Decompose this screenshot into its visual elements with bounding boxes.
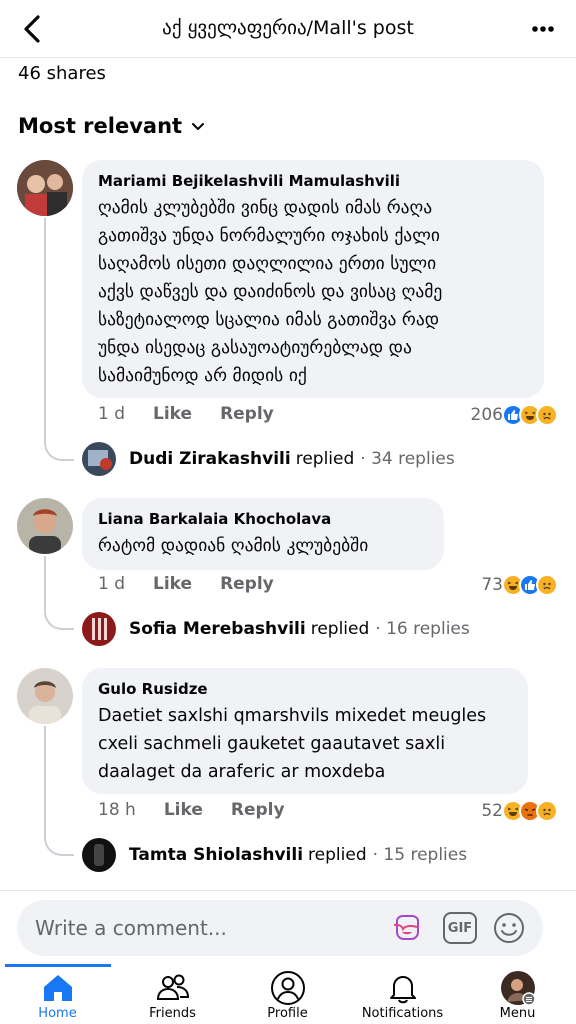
chevron-down-icon xyxy=(192,123,205,130)
tab-menu[interactable]: Menu xyxy=(460,964,575,1024)
reaction-summary[interactable]: 206 xyxy=(471,404,558,426)
like-button[interactable]: Like xyxy=(153,574,192,594)
comment-author[interactable]: Mariami Bejikelashvili Mamulashvili xyxy=(98,170,528,192)
avatar-sticker-icon[interactable] xyxy=(390,911,424,945)
reply-button[interactable]: Reply xyxy=(220,404,274,424)
menu-avatar-icon xyxy=(501,971,536,1006)
gif-button[interactable]: GIF xyxy=(443,912,477,944)
comment-input-placeholder: Write a comment... xyxy=(35,916,227,940)
reaction-count: 73 xyxy=(481,575,503,595)
reply-button[interactable]: Reply xyxy=(231,800,285,820)
comment-text: ღამის კლუბებში ვინც დადის იმას რაღა გათი… xyxy=(98,198,443,386)
comment-input[interactable]: Write a comment... GIF xyxy=(17,900,543,956)
tab-notifications[interactable]: Notifications xyxy=(345,964,460,1024)
view-replies-link[interactable]: Tamta Shiolashvili replied · 15 replies xyxy=(82,838,467,872)
reply-avatar xyxy=(82,442,116,476)
reply-avatar xyxy=(82,612,116,646)
view-replies-link[interactable]: Dudi Zirakashvili replied · 34 replies xyxy=(82,442,455,476)
more-options-icon[interactable] xyxy=(528,14,558,44)
avatar[interactable] xyxy=(17,498,73,554)
profile-icon xyxy=(271,971,305,1005)
emoji-icon[interactable] xyxy=(492,911,526,945)
post-header: აქ ყველაფერია/Mall's post xyxy=(0,0,576,58)
comment-composer-bar: Write a comment... GIF xyxy=(0,890,576,964)
home-icon xyxy=(44,975,72,1001)
thread-connector xyxy=(44,218,74,461)
gif-label: GIF xyxy=(447,920,473,936)
tab-friends[interactable]: Friends xyxy=(115,964,230,1024)
like-button[interactable]: Like xyxy=(153,404,192,424)
view-replies-link[interactable]: Sofia Merebashvili replied · 16 replies xyxy=(82,612,470,646)
like-button[interactable]: Like xyxy=(164,800,203,820)
comment-text: რატომ დადიან ღამის კლუბებში xyxy=(98,536,369,556)
tab-profile[interactable]: Profile xyxy=(230,964,345,1024)
reaction-summary[interactable]: 52 xyxy=(481,800,558,822)
thread-connector xyxy=(44,556,74,630)
reply-avatar xyxy=(82,838,116,872)
sad-reaction-icon xyxy=(536,404,558,426)
comment-actions: 1 d Like Reply xyxy=(98,404,274,424)
comment-text: Daetiet saxlshi qmarshvils mixedet meugl… xyxy=(98,706,487,782)
friends-icon xyxy=(156,974,190,1000)
comment-actions: 1 d Like Reply xyxy=(98,574,274,594)
comment-actions: 18 h Like Reply xyxy=(98,800,285,820)
avatar[interactable] xyxy=(17,160,73,216)
avatar[interactable] xyxy=(17,668,73,724)
sad-reaction-icon xyxy=(536,800,558,822)
back-arrow-icon[interactable] xyxy=(18,12,48,46)
comment-time: 1 d xyxy=(98,404,126,424)
page-title: აქ ყველაფერია/Mall's post xyxy=(162,17,414,39)
comment-author[interactable]: Liana Barkalaia Khocholava xyxy=(98,508,428,530)
tab-home[interactable]: Home xyxy=(0,964,115,1024)
thread-connector xyxy=(44,726,74,856)
reaction-count: 52 xyxy=(481,801,503,821)
reply-button[interactable]: Reply xyxy=(220,574,274,594)
sad-reaction-icon xyxy=(536,574,558,596)
comment-author[interactable]: Gulo Rusidze xyxy=(98,678,512,700)
sort-dropdown[interactable]: Most relevant xyxy=(18,114,206,138)
comment-time: 18 h xyxy=(98,800,136,820)
shares-count[interactable]: 46 shares xyxy=(18,63,106,84)
reaction-summary[interactable]: 73 xyxy=(481,574,558,596)
comment-time: 1 d xyxy=(98,574,126,594)
reaction-count: 206 xyxy=(470,405,503,425)
bottom-tab-bar: Home Friends Profile Notifications Menu xyxy=(0,964,576,1024)
comment-bubble[interactable]: Mariami Bejikelashvili Mamulashvili ღამი… xyxy=(82,160,544,398)
comment-bubble[interactable]: Gulo Rusidze Daetiet saxlshi qmarshvils … xyxy=(82,668,528,794)
bell-icon xyxy=(390,976,416,1004)
sort-label: Most relevant xyxy=(18,114,183,138)
comment-bubble[interactable]: Liana Barkalaia Khocholava რატომ დადიან … xyxy=(82,498,444,570)
